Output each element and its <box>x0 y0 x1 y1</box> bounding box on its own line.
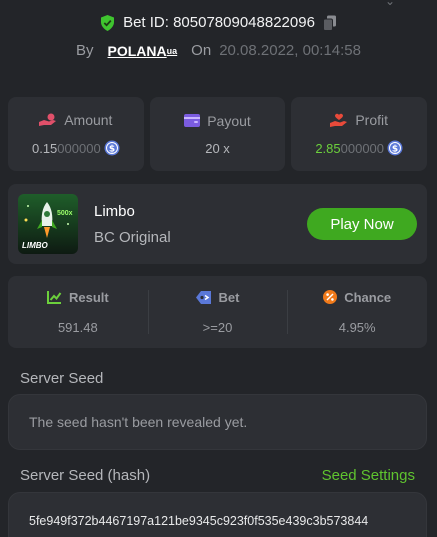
bet-id-label: Bet ID: <box>123 14 169 31</box>
result-card: Result 591.48 Bet >=20 Chance 4.95% <box>8 276 427 348</box>
coin-icon: $ <box>387 140 403 156</box>
hand-coin-icon <box>39 113 57 127</box>
bet-label: Bet <box>218 289 240 305</box>
profit-label: Profit <box>355 112 389 128</box>
server-seed-field[interactable]: The seed hasn't been revealed yet. <box>8 394 427 450</box>
chart-icon <box>46 290 62 304</box>
by-label: By <box>76 42 94 59</box>
game-thumbnail-badge: 500x <box>57 210 73 217</box>
result-stat: Result 591.48 <box>8 276 148 348</box>
bet-value: >=20 <box>202 319 233 335</box>
bet-stat: Bet >=20 <box>147 276 288 348</box>
server-seed-hash-label: Server Seed (hash) <box>20 467 151 484</box>
on-label: On <box>191 42 212 59</box>
payout-value: 20 x <box>205 140 230 156</box>
game-name[interactable]: Limbo <box>94 203 135 220</box>
server-seed-label: Server Seed <box>20 370 104 387</box>
svg-text:$: $ <box>109 145 115 155</box>
hand-heart-icon <box>330 113 348 127</box>
username-link[interactable]: POLANA <box>108 43 167 59</box>
coin-icon: $ <box>104 140 120 156</box>
profit-value-trailing: 000000 <box>340 140 385 156</box>
server-seed-hash-value: 5fe949f372b4467197a121be9345c923f0f535e4… <box>29 514 369 528</box>
tag-icon <box>195 290 212 304</box>
bet-date: 20.08.2022, 00:14:58 <box>219 42 361 59</box>
amount-label: Amount <box>64 112 113 128</box>
server-seed-value: The seed hasn't been revealed yet. <box>29 414 248 430</box>
chance-label: Chance <box>344 289 392 305</box>
seed-settings-link[interactable]: Seed Settings <box>322 467 415 484</box>
game-card: 500x LIMBO Limbo BC Original Play Now <box>8 184 427 264</box>
scroll-indicator: ⌄ <box>384 0 395 8</box>
amount-value: 0.15 <box>31 140 58 156</box>
payout-label: Payout <box>207 112 251 129</box>
chance-stat: Chance 4.95% <box>287 276 427 348</box>
chance-value: 4.95% <box>338 319 376 335</box>
amount-card: Amount 0.15 000000 $ <box>8 97 144 171</box>
profit-value: 2.85 <box>315 140 341 156</box>
username-suffix[interactable]: ua <box>167 46 178 56</box>
play-now-button[interactable]: Play Now <box>307 208 417 240</box>
result-label: Result <box>68 289 109 305</box>
bet-id-header: Bet ID: 80507809048822096 <box>0 14 437 31</box>
amount-value-trailing: 000000 <box>57 140 101 156</box>
svg-text:$: $ <box>392 145 398 155</box>
server-seed-hash-field[interactable]: 5fe949f372b4467197a121be9345c923f0f535e4… <box>8 492 427 537</box>
result-value: 591.48 <box>57 319 98 335</box>
copy-icon[interactable] <box>322 15 337 31</box>
wallet-icon <box>184 114 201 127</box>
shield-check-icon <box>100 14 115 31</box>
profit-card: Profit 2.85 000000 $ <box>291 97 428 171</box>
bet-meta: By POLANA ua On 20.08.2022, 00:14:58 <box>0 42 437 59</box>
game-thumbnail[interactable]: 500x LIMBO <box>18 194 78 254</box>
bet-id-value: 80507809048822096 <box>173 14 315 31</box>
percent-icon <box>323 290 338 304</box>
bet-stats: Amount 0.15 000000 $ Payout 20 x Profit 2 <box>8 97 428 171</box>
game-provider: BC Original <box>94 229 171 246</box>
payout-card: Payout 20 x <box>149 97 286 171</box>
game-thumbnail-title: LIMBO <box>22 241 48 250</box>
